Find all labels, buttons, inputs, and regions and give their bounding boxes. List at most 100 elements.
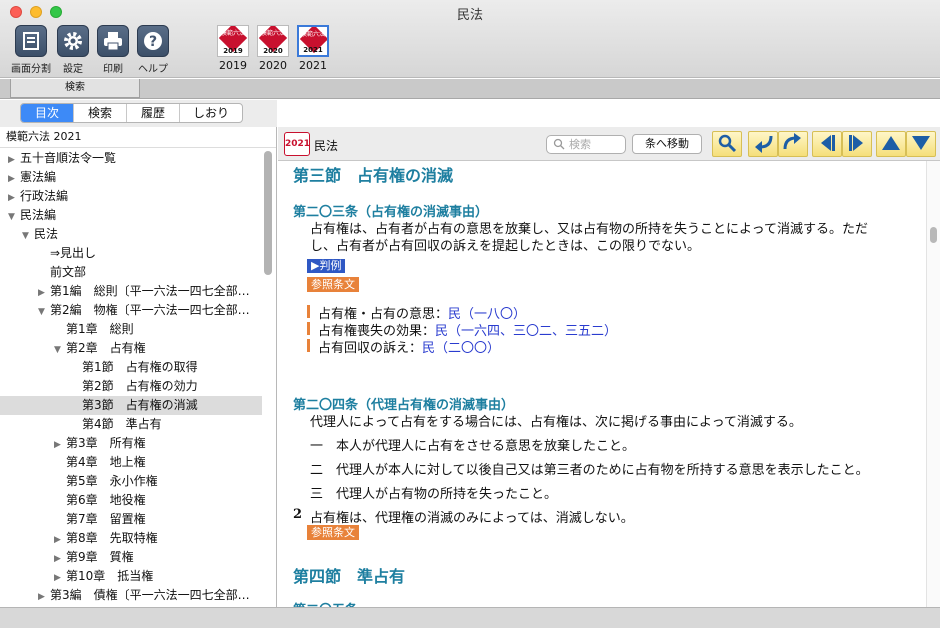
tab-contents[interactable]: 目次 [21,104,74,122]
reference-link[interactable]: 三五二） [565,324,617,339]
toc-item-label: 憲法編 [20,170,57,184]
forward-button[interactable] [778,131,808,157]
toc-item[interactable]: 第6章 地役権 [0,491,262,510]
toc-item-label: 第3章 所有権 [66,436,146,450]
disclosure-open-icon[interactable]: ▼ [54,341,66,358]
reference-link[interactable]: 三〇二、 [513,324,565,339]
toc-item-label: ⇒見出し [50,246,97,260]
toc-item-label: 第1編 総則〔平一六法一四七全部… [50,284,250,298]
split-screen-button[interactable]: 画面分割 [7,25,55,75]
toc-item[interactable]: ▶ 第9章 質権 [0,548,262,567]
reference-link[interactable]: 民（二〇〇） [422,341,500,356]
disclosure-open-icon[interactable]: ▼ [22,227,34,244]
previous-icon [817,133,837,156]
toc-item-label: 第7章 留置権 [66,512,146,526]
disclosure-closed-icon[interactable]: ▶ [8,189,20,206]
toc-item[interactable]: ▶ 憲法編 [0,168,262,187]
tab-bookmarks[interactable]: しおり [180,104,242,122]
reference-tag[interactable]: 参照条文 [307,277,359,292]
toc-item-label: 第2節 占有権の効力 [82,379,198,393]
disclosure-open-icon[interactable]: ▼ [8,208,20,225]
split-screen-label: 画面分割 [11,64,51,75]
article-text: 占有権は、代理権の消滅のみによっては、消滅しない。 [310,511,634,526]
book-2021[interactable]: 模範六法 2021 2021 [296,25,330,72]
toc-item[interactable]: 第4節 準占有 [0,415,262,434]
sidebar-scrollbar[interactable] [264,151,272,275]
disclosure-closed-icon[interactable]: ▶ [54,569,66,586]
down-icon [911,133,931,156]
toc-item[interactable]: ▼ 民法 [0,225,262,244]
sidebar-header: 模範六法 2021 [0,127,276,148]
up-icon [881,133,901,156]
toc-item-label: 第1節 占有権の取得 [82,360,198,374]
toc-item[interactable]: ▶ 第3編 債権〔平一六法一四七全部… [0,586,262,605]
toc-item-label: 第9章 質権 [66,550,134,564]
toc-item[interactable]: ▶ 第8章 先取特権 [0,529,262,548]
tab-search[interactable]: 検索 [74,104,127,122]
sidebar-segmented-control: 目次 検索 履歴 しおり [20,103,243,123]
toc-item[interactable]: ▼ 第2章 占有権 [0,339,262,358]
content-scroll-thumb[interactable] [930,227,937,243]
help-button[interactable]: ? ヘルプ [129,25,177,75]
scroll-down-button[interactable] [906,131,936,157]
book-cover-icon: 模範六法 2019 [217,25,249,57]
disclosure-closed-icon[interactable]: ▶ [8,151,20,168]
search-placeholder: 検索 [569,138,591,151]
toc-item[interactable]: ▼ 第2編 物権〔平一六法一四七全部… [0,301,262,320]
disclosure-closed-icon[interactable]: ▶ [54,550,66,567]
toc-item[interactable]: 前文部 [0,263,262,282]
book-2020[interactable]: 模範六法 2020 2020 [256,25,290,72]
toc-item[interactable]: ⇒見出し [0,244,262,263]
toc-item[interactable]: ▶ 第3章 所有権 [0,434,262,453]
search-tab-bar: 検索 [0,79,940,99]
disclosure-closed-icon[interactable]: ▶ [54,531,66,548]
disclosure-closed-icon[interactable]: ▶ [8,170,20,187]
book-cover-icon: 模範六法 2021 [297,25,329,57]
toc-item-label: 第1章 総則 [66,322,134,336]
toc-item[interactable]: 第5章 永小作権 [0,472,262,491]
toc-item-label: 第3編 債権〔平一六法一四七全部… [50,588,250,602]
search-tab[interactable]: 検索 [10,79,140,98]
article-text: 代理人によって占有をする場合には、占有権は、次に掲げる事由によって消滅する。 [310,415,802,430]
content-scrollbar[interactable] [926,161,940,607]
toc-item[interactable]: ▶ 第1編 総則〔平一六法一四七全部… [0,282,262,301]
book-label: 2021 [299,59,327,72]
book-cover-icon: 模範六法 2020 [257,25,289,57]
toc-item[interactable]: ▼ 民法編 [0,206,262,225]
search-icon [553,138,565,155]
reference-tag[interactable]: 参照条文 [307,525,359,540]
toc-item[interactable]: 第7章 留置権 [0,510,262,529]
toc-item-label: 第2編 物権〔平一六法一四七全部… [50,303,250,317]
toc-item[interactable]: ▶ 第10章 抵当権 [0,567,262,586]
scroll-up-button[interactable] [876,131,906,157]
toc-item-label: 第6章 地役権 [66,493,146,507]
window-title: 民法 [456,8,483,23]
previous-button[interactable] [812,131,842,157]
toc-item-label: 民法 [34,227,59,241]
toc-item[interactable]: 第4章 地上権 [0,453,262,472]
next-button[interactable] [842,131,872,157]
toc-item-label: 五十音順法令一覧 [20,151,117,165]
disclosure-closed-icon[interactable]: ▶ [38,284,50,301]
toc-item[interactable]: 第1章 総則 [0,320,262,339]
split-screen-icon [15,25,47,57]
toc-item[interactable]: ▶ 行政法編 [0,187,262,206]
toc-item[interactable]: 第2節 占有権の効力 [0,377,262,396]
toc-item-label: 第4章 地上権 [66,455,146,469]
toc-item[interactable]: ▶ 五十音順法令一覧 [0,149,262,168]
search-input[interactable]: 検索 [546,135,626,154]
toc-item-label: 第5章 永小作権 [66,474,158,488]
disclosure-closed-icon[interactable]: ▶ [54,436,66,453]
tab-history[interactable]: 履歴 [127,104,180,122]
toc-item[interactable]: 第1節 占有権の取得 [0,358,262,377]
disclosure-closed-icon[interactable]: ▶ [38,588,50,605]
disclosure-open-icon[interactable]: ▼ [38,303,50,320]
book-2019[interactable]: 模範六法 2019 2019 [216,25,250,72]
back-button[interactable] [748,131,778,157]
find-button[interactable] [712,131,742,157]
article-item: 三 代理人が占有物の所持を失ったこと。 [310,487,558,502]
case-law-tag[interactable]: ▶判例 [307,259,346,273]
next-icon [847,133,867,156]
goto-article-button[interactable]: 条へ移動 [632,134,702,154]
toc-item[interactable]: 第3節 占有権の消滅 [0,396,262,415]
